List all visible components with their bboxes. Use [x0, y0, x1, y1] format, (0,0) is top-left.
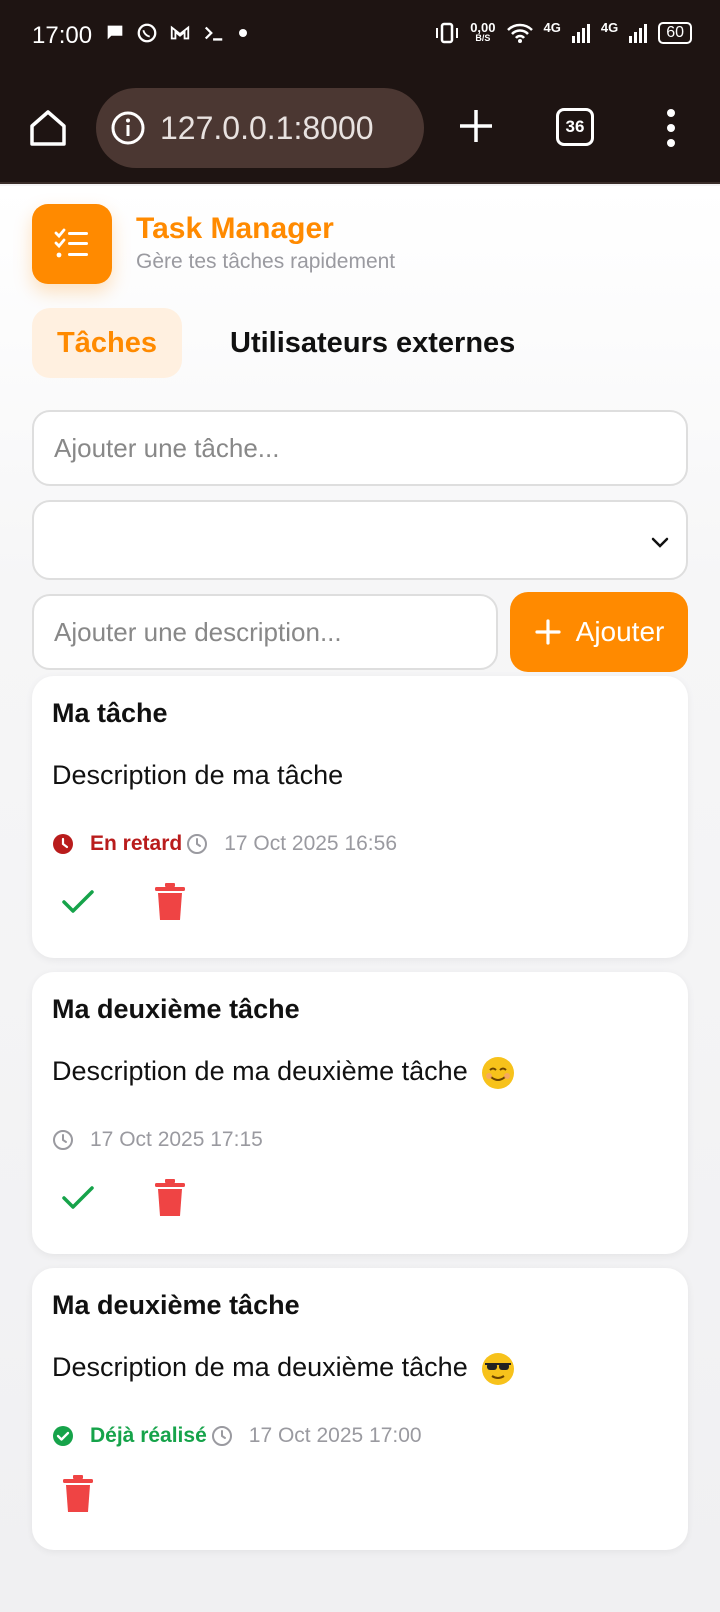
plus-icon: [535, 619, 561, 645]
task-card: Ma deuxième tâche Description de ma deux…: [32, 972, 688, 1254]
smiling-face-emoji: [482, 1057, 515, 1089]
whatsapp-icon: [137, 23, 157, 43]
task-meta: En retard 17 Oct 2025 16:56: [52, 832, 397, 856]
tasklist-icon: [54, 228, 88, 258]
new-tab-plus-icon[interactable]: [456, 106, 496, 146]
status-badge: En retard: [52, 832, 182, 856]
task-actions: [58, 882, 190, 922]
app-container: Task Manager Gère tes tâches rapidement …: [0, 186, 720, 1612]
tab-external-users[interactable]: Utilisateurs externes: [230, 308, 515, 378]
notification-icons: [104, 22, 250, 44]
dot-icon: [239, 29, 247, 37]
signal-icon: [629, 23, 648, 43]
user-select[interactable]: [32, 500, 688, 580]
battery-indicator: 60: [658, 21, 692, 44]
task-description-text: Description de ma deuxième tâche: [52, 1352, 468, 1383]
sunglasses-emoji: [482, 1353, 515, 1385]
task-description-input[interactable]: Ajouter une description...: [32, 594, 498, 670]
app-title: Task Manager: [136, 212, 334, 245]
task-title: Ma deuxième tâche: [52, 1290, 300, 1320]
trash-icon: [155, 1179, 185, 1216]
task-title: Ma deuxième tâche: [52, 994, 300, 1024]
complete-task-button[interactable]: [58, 1178, 98, 1218]
check-circle-icon: [53, 1426, 73, 1446]
task-description: Description de ma deuxième tâche: [52, 1056, 515, 1090]
clock-icon: [53, 1130, 73, 1150]
network-type-1: 4G: [543, 20, 561, 35]
task-card: Ma deuxième tâche Description de ma deux…: [32, 1268, 688, 1550]
trash-icon: [63, 1475, 93, 1512]
task-date-text: 17 Oct 2025 17:00: [248, 1424, 422, 1447]
status-bar: 17:00 0,00 B/S 4G 4G 60: [0, 0, 720, 72]
check-icon: [62, 1186, 94, 1209]
browser-toolbar: 127.0.0.1:8000 36: [0, 72, 720, 184]
app-subtitle: Gère tes tâches rapidement: [136, 250, 396, 273]
app-logo: [32, 204, 112, 284]
terminal-icon: [204, 26, 223, 41]
task-date-text: 17 Oct 2025 16:56: [224, 832, 398, 855]
task-date: 17 Oct 2025 17:15: [52, 1128, 263, 1152]
task-title: Ma tâche: [52, 698, 168, 728]
delete-task-button[interactable]: [58, 1474, 98, 1514]
alarm-icon: [53, 834, 73, 854]
tab-tasks[interactable]: Tâches: [32, 308, 182, 378]
chevron-down-icon: [651, 537, 669, 548]
url-text[interactable]: 127.0.0.1:8000: [160, 110, 374, 147]
clock-icon: [187, 834, 208, 854]
add-task-button[interactable]: Ajouter: [510, 592, 688, 672]
gmail-icon: [170, 25, 190, 40]
task-description: Description de ma tâche: [52, 760, 344, 790]
net-speed: 0,00 B/S: [470, 19, 496, 43]
clock-icon: [211, 1426, 232, 1446]
trash-icon: [155, 883, 185, 920]
task-card: Ma tâche Description de ma tâche En reta…: [32, 676, 688, 958]
task-actions: [58, 1474, 98, 1514]
task-meta: 17 Oct 2025 17:15: [52, 1128, 263, 1152]
home-icon[interactable]: [26, 106, 70, 150]
task-date: 17 Oct 2025 17:00: [211, 1424, 422, 1448]
network-type-2: 4G: [600, 20, 619, 35]
vibrate-icon: [436, 22, 459, 43]
address-bar[interactable]: 127.0.0.1:8000: [96, 88, 424, 168]
task-description-placeholder: Ajouter une description...: [54, 616, 342, 647]
complete-task-button[interactable]: [58, 882, 98, 922]
status-time: 17:00: [32, 22, 93, 49]
task-date: 17 Oct 2025 16:56: [186, 832, 397, 856]
add-task-label: Ajouter: [575, 616, 665, 647]
task-actions: [58, 1178, 190, 1218]
task-title-input[interactable]: Ajouter une tâche...: [32, 410, 688, 486]
status-badge: Déjà réalisé: [52, 1424, 207, 1448]
chat-bubble-icon: [107, 25, 123, 40]
delete-task-button[interactable]: [150, 882, 190, 922]
status-right: 0,00 B/S 4G 4G 60: [434, 20, 692, 45]
more-vert-icon[interactable]: [664, 106, 678, 150]
info-icon[interactable]: [110, 110, 146, 146]
check-icon: [62, 890, 94, 913]
task-date-text: 17 Oct 2025 17:15: [90, 1128, 263, 1151]
tabs-counter-button[interactable]: 36: [556, 108, 594, 146]
delete-task-button[interactable]: [150, 1178, 190, 1218]
wifi-icon: [506, 23, 533, 43]
task-title-placeholder: Ajouter une tâche...: [54, 432, 280, 463]
task-meta: Déjà réalisé 17 Oct 2025 17:00: [52, 1424, 422, 1448]
task-description-text: Description de ma deuxième tâche: [52, 1056, 468, 1087]
task-description: Description de ma deuxième tâche: [52, 1352, 515, 1386]
status-label: En retard: [90, 832, 183, 855]
signal-icon: [571, 23, 590, 43]
status-label: Déjà réalisé: [90, 1424, 207, 1447]
